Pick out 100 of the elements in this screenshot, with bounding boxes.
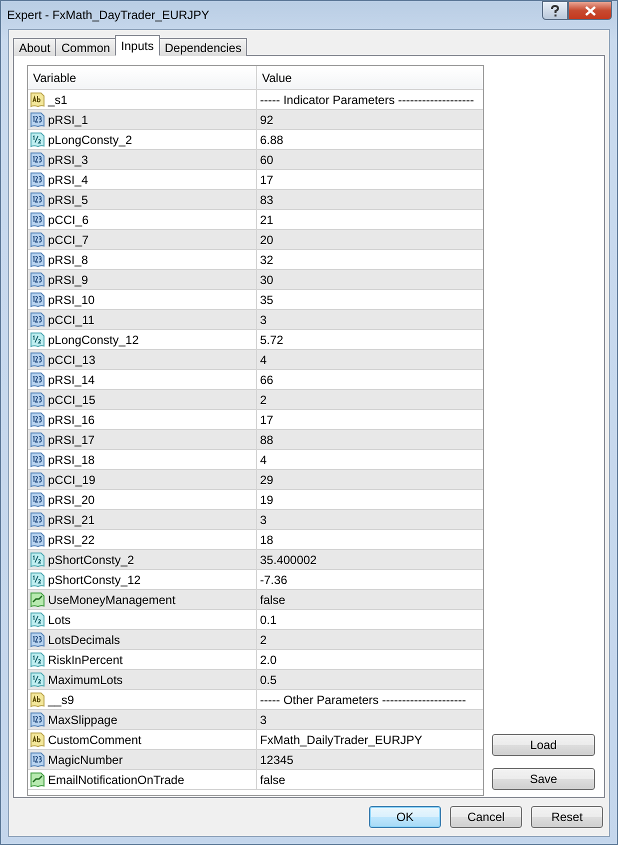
variable-name: MaximumLots: [48, 672, 123, 686]
toggle-type-icon: [30, 592, 46, 608]
value-text: 35.400002: [260, 552, 317, 566]
toggle-type-icon: [30, 772, 46, 788]
number-type-icon: [30, 372, 46, 388]
variable-name: pRSI_1: [48, 112, 88, 126]
number-type-icon: [30, 472, 46, 488]
fraction-type-icon: [30, 612, 46, 628]
number-type-icon: [30, 452, 46, 468]
variable-name: pLongConsty_2: [48, 132, 132, 146]
text-type-icon: [30, 732, 46, 748]
number-type-icon: [30, 752, 46, 768]
variable-name: _s1: [48, 92, 68, 106]
value-text: 12345: [260, 752, 294, 766]
dialog-button[interactable]: Reset: [531, 806, 603, 828]
value-text: 18: [260, 532, 274, 546]
help-button[interactable]: [542, 1, 568, 20]
variable-name: pRSI_5: [48, 192, 88, 206]
help-icon: [550, 4, 560, 16]
close-button[interactable]: [568, 1, 612, 20]
number-type-icon: [30, 172, 46, 188]
value-text: 0.5: [260, 672, 277, 686]
value-text: 30: [260, 272, 274, 286]
dialog-button[interactable]: Cancel: [450, 806, 522, 828]
number-type-icon: [30, 292, 46, 308]
value-text: 66: [260, 372, 274, 386]
variable-name: pRSI_14: [48, 372, 95, 386]
number-type-icon: [30, 232, 46, 248]
value-text: 32: [260, 252, 274, 266]
value-text: 83: [260, 192, 274, 206]
value-text: 60: [260, 152, 274, 166]
variable-name: MagicNumber: [48, 752, 123, 766]
value-text: 2.0: [260, 652, 277, 666]
number-type-icon: [30, 112, 46, 128]
number-type-icon: [30, 272, 46, 288]
value-text: 3: [260, 512, 267, 526]
variable-name: __s9: [48, 692, 74, 706]
number-type-icon: [30, 492, 46, 508]
value-text: 17: [260, 172, 274, 186]
variable-name: pRSI_17: [48, 432, 95, 446]
fraction-type-icon: [30, 132, 46, 148]
variable-name: CustomComment: [48, 732, 142, 746]
variable-name: LotsDecimals: [48, 632, 120, 646]
number-type-icon: [30, 152, 46, 168]
value-text: 6.88: [260, 132, 284, 146]
tab[interactable]: Common: [55, 38, 116, 56]
variable-name: pRSI_16: [48, 412, 95, 426]
tab[interactable]: Inputs: [115, 35, 160, 56]
value-text: 20: [260, 232, 274, 246]
value-text: 2: [260, 392, 267, 406]
number-type-icon: [30, 412, 46, 428]
side-button[interactable]: Save: [492, 768, 595, 790]
value-text: 17: [260, 412, 274, 426]
value-text: FxMath_DailyTrader_EURJPY: [260, 732, 422, 746]
fraction-type-icon: [30, 652, 46, 668]
variable-name: pShortConsty_12: [48, 572, 141, 586]
value-text: 92: [260, 112, 274, 126]
number-type-icon: [30, 512, 46, 528]
variable-name: UseMoneyManagement: [48, 592, 176, 606]
side-button[interactable]: Load: [492, 734, 595, 756]
number-type-icon: [30, 432, 46, 448]
value-text: 4: [260, 352, 267, 366]
fraction-type-icon: [30, 332, 46, 348]
value-text: false: [260, 592, 286, 606]
number-type-icon: [30, 352, 46, 368]
variable-name: pCCI_7: [48, 232, 89, 246]
value-text: 19: [260, 492, 274, 506]
variable-name: pRSI_20: [48, 492, 95, 506]
variable-name: pRSI_18: [48, 452, 95, 466]
text-type-icon: [30, 92, 46, 108]
variable-name: pCCI_19: [48, 472, 96, 486]
variable-name: pCCI_11: [48, 312, 94, 326]
value-text: 5.72: [260, 332, 284, 346]
value-text: 3: [260, 712, 267, 726]
text-type-icon: [30, 692, 46, 708]
dialog-button[interactable]: OK: [369, 806, 441, 828]
value-text: 88: [260, 432, 274, 446]
number-type-icon: [30, 192, 46, 208]
value-text: ----- Indicator Parameters -------------------: [260, 92, 474, 106]
variable-name: pRSI_22: [48, 532, 95, 546]
fraction-type-icon: [30, 552, 46, 568]
value-text: 2: [260, 632, 267, 646]
variable-name: pRSI_3: [48, 152, 88, 166]
value-text: ----- Other Parameters ---------------------: [260, 692, 466, 706]
variable-name: EmailNotificationOnTrade: [48, 772, 184, 786]
column-header[interactable]: Variable: [28, 66, 257, 89]
number-type-icon: [30, 712, 46, 728]
column-header[interactable]: Value: [257, 66, 483, 89]
variable-name: pCCI_13: [48, 352, 96, 366]
tab[interactable]: About: [13, 38, 56, 56]
variable-name: pRSI_4: [48, 172, 88, 186]
variable-name: RiskInPercent: [48, 652, 123, 666]
variable-name: pRSI_21: [48, 512, 95, 526]
variable-name: pCCI_15: [48, 392, 96, 406]
variable-name: pCCI_6: [48, 212, 89, 226]
number-type-icon: [30, 632, 46, 648]
fraction-type-icon: [30, 572, 46, 588]
tab[interactable]: Dependencies: [158, 38, 248, 56]
value-text: 35: [260, 292, 274, 306]
value-text: 4: [260, 452, 267, 466]
